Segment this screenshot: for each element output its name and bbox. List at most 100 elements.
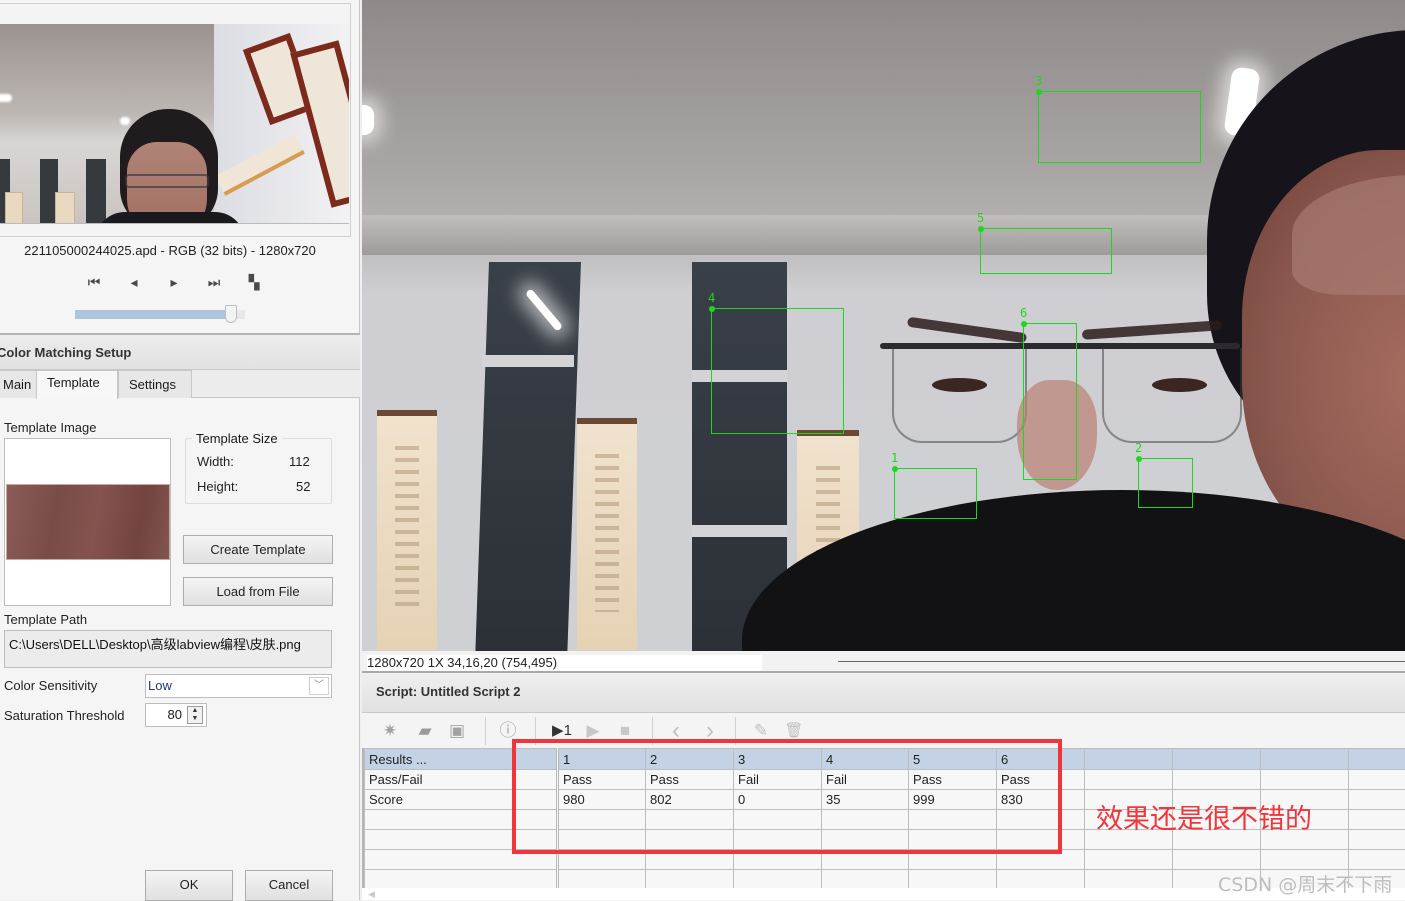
result-cell[interactable] (822, 830, 909, 850)
cancel-button[interactable]: Cancel (245, 870, 333, 901)
results-column-header[interactable] (1085, 749, 1173, 770)
results-column-header[interactable]: 1 (558, 749, 646, 770)
color-sensitivity-select[interactable]: Low ﹀ (145, 674, 332, 698)
step-forward-icon[interactable]: › (699, 720, 721, 742)
row-label[interactable] (365, 810, 558, 830)
new-script-icon[interactable]: ✷ (379, 720, 401, 742)
result-cell[interactable] (646, 810, 734, 830)
result-cell[interactable]: 35 (822, 790, 909, 810)
spinner-arrows-icon[interactable]: ▲▼ (187, 706, 203, 724)
run-once-icon[interactable]: ▶1 (547, 720, 577, 742)
result-cell[interactable] (558, 830, 646, 850)
tab-template[interactable]: Template (36, 370, 118, 399)
result-cell[interactable] (822, 810, 909, 830)
results-header-label[interactable]: Results ... (365, 749, 558, 770)
open-folder-icon[interactable]: ▰ (414, 720, 436, 742)
next-frame-icon[interactable]: ▸ (154, 271, 194, 293)
result-cell[interactable] (734, 830, 822, 850)
thumbnail-image[interactable] (0, 24, 349, 224)
result-cell[interactable] (997, 850, 1085, 870)
roi-6[interactable]: 6 (1023, 323, 1077, 480)
info-icon[interactable]: ⓘ (497, 720, 519, 742)
result-cell[interactable] (558, 810, 646, 830)
result-cell[interactable] (997, 870, 1085, 890)
run-icon[interactable]: ▶ (582, 720, 604, 742)
row-label[interactable] (365, 850, 558, 870)
result-cell[interactable]: 999 (909, 790, 997, 810)
result-cell[interactable] (1085, 850, 1173, 870)
frame-slider[interactable] (75, 307, 245, 321)
result-cell[interactable] (909, 870, 997, 890)
result-cell[interactable] (646, 870, 734, 890)
result-cell[interactable] (822, 850, 909, 870)
step-back-icon[interactable]: ‹ (665, 720, 687, 742)
roi-1[interactable]: 1 (894, 468, 977, 519)
slider-handle[interactable] (225, 305, 237, 323)
first-frame-icon[interactable]: ⏮ (74, 271, 114, 293)
create-template-button[interactable]: Create Template (183, 535, 333, 564)
result-cell[interactable] (1173, 770, 1261, 790)
result-cell[interactable] (734, 810, 822, 830)
result-cell[interactable]: Pass (909, 770, 997, 790)
result-cell[interactable]: 830 (997, 790, 1085, 810)
saturation-threshold-stepper[interactable]: 80 ▲▼ (145, 703, 207, 727)
result-cell[interactable]: 0 (734, 790, 822, 810)
result-cell[interactable] (1349, 810, 1405, 830)
roi-3[interactable]: 3 (1038, 91, 1201, 163)
result-cell[interactable] (734, 870, 822, 890)
tab-main[interactable]: Main (0, 370, 37, 398)
results-column-header[interactable] (1173, 749, 1261, 770)
row-label[interactable]: Pass/Fail (365, 770, 558, 790)
result-cell[interactable]: Pass (646, 770, 734, 790)
tab-settings[interactable]: Settings (118, 370, 192, 398)
result-cell[interactable]: 802 (646, 790, 734, 810)
roi-anchor-point[interactable] (1136, 456, 1142, 462)
result-cell[interactable] (1261, 850, 1349, 870)
result-cell[interactable] (1173, 850, 1261, 870)
row-label[interactable] (365, 830, 558, 850)
result-cell[interactable] (734, 850, 822, 870)
delete-icon[interactable]: 🗑 (783, 720, 805, 742)
template-path-field[interactable]: C:\Users\DELL\Desktop\高级labview编程\皮肤.png (4, 630, 332, 668)
result-cell[interactable]: Fail (734, 770, 822, 790)
window-mode-icon[interactable]: ▚ (234, 271, 274, 293)
saturation-threshold-value[interactable]: 80 (168, 707, 182, 722)
results-column-header[interactable]: 6 (997, 749, 1085, 770)
edit-icon[interactable]: ✎ (750, 720, 772, 742)
result-cell[interactable]: Pass (558, 770, 646, 790)
result-cell[interactable] (997, 830, 1085, 850)
results-column-header[interactable]: 4 (822, 749, 909, 770)
result-cell[interactable] (1261, 770, 1349, 790)
result-cell[interactable] (822, 870, 909, 890)
save-icon[interactable]: ▣ (446, 720, 468, 742)
row-label[interactable] (365, 870, 558, 890)
results-column-header[interactable] (1349, 749, 1405, 770)
scroll-left-icon[interactable]: ◀ (368, 889, 375, 900)
chevron-down-icon[interactable]: ﹀ (309, 677, 329, 695)
results-column-header[interactable]: 5 (909, 749, 997, 770)
previous-frame-icon[interactable]: ◂ (114, 271, 154, 293)
result-cell[interactable] (1085, 870, 1173, 890)
result-cell[interactable] (646, 850, 734, 870)
result-cell[interactable] (909, 830, 997, 850)
image-viewer[interactable]: 1 2 3 4 5 6 (362, 0, 1405, 651)
roi-anchor-point[interactable] (1021, 321, 1027, 327)
result-cell[interactable]: Pass (997, 770, 1085, 790)
result-cell[interactable] (1349, 850, 1405, 870)
result-cell[interactable]: 980 (558, 790, 646, 810)
result-cell[interactable]: Fail (822, 770, 909, 790)
stop-icon[interactable]: ■ (614, 720, 636, 742)
result-cell[interactable] (1085, 770, 1173, 790)
result-cell[interactable] (909, 850, 997, 870)
results-column-header[interactable]: 3 (734, 749, 822, 770)
roi-2[interactable]: 2 (1138, 458, 1193, 508)
roi-anchor-point[interactable] (1036, 89, 1042, 95)
result-cell[interactable] (1349, 790, 1405, 810)
result-cell[interactable] (997, 810, 1085, 830)
result-cell[interactable] (1349, 770, 1405, 790)
result-cell[interactable] (558, 850, 646, 870)
results-column-header[interactable] (1261, 749, 1349, 770)
result-cell[interactable] (909, 810, 997, 830)
roi-5[interactable]: 5 (980, 228, 1112, 274)
last-frame-icon[interactable]: ⏭ (194, 271, 234, 293)
